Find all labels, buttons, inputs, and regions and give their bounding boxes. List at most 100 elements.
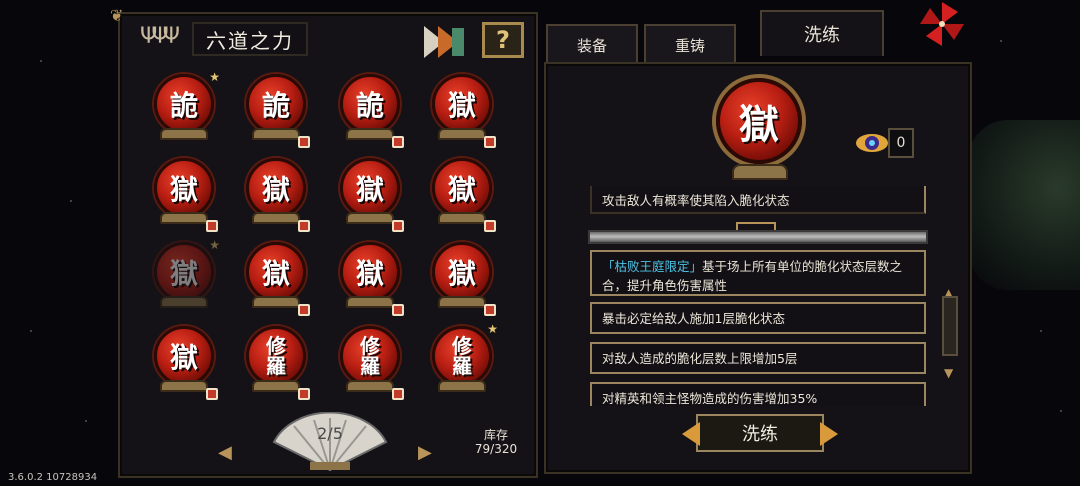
rune-slot[interactable]: 獄: [428, 70, 498, 148]
rune-glyph: 獄: [261, 173, 290, 206]
rune-orb: 詭: [340, 74, 400, 134]
reroll-button[interactable]: 洗练: [682, 414, 838, 452]
stock-value: 79/320: [474, 442, 518, 456]
rune-glyph: 詭: [355, 89, 384, 122]
vertical-scrollbar[interactable]: [942, 296, 958, 356]
rune-glyph: 獄: [355, 173, 384, 206]
rune-pedestal: [346, 128, 394, 140]
lock-icon: [298, 388, 310, 400]
rune-slot[interactable]: 獄: [428, 238, 498, 316]
panel-title: 六道之力: [192, 22, 308, 56]
rune-slot[interactable]: 修 羅: [336, 322, 406, 400]
star-icon: ★: [487, 322, 498, 336]
rune-orb: 獄: [154, 242, 214, 302]
rune-orb: 修 羅: [432, 326, 492, 386]
rune-pedestal: [438, 128, 486, 140]
selected-rune-glyph: 獄: [739, 101, 779, 148]
rune-slot[interactable]: 詭: [336, 70, 406, 148]
corner-ornament: ❦: [110, 6, 124, 25]
rune-slot[interactable]: 獄: [242, 238, 312, 316]
rune-pedestal: [438, 212, 486, 224]
rune-pedestal: [252, 128, 300, 140]
lock-icon: [392, 136, 404, 148]
rune-slot[interactable]: 獄: [336, 154, 406, 232]
next-page-button[interactable]: ▶: [418, 442, 432, 463]
affix-line-5[interactable]: 对精英和领主怪物造成的伤害增加35%: [590, 382, 926, 406]
selected-rune: 獄: [716, 78, 802, 164]
tab-recast-label: 重铸: [674, 36, 705, 55]
affix-line-2[interactable]: 「枯败王庭限定」基于场上所有单位的脆化状态层数之合，提升角色伤害属性: [590, 250, 926, 296]
reroll-panel: 獄 0 攻击敌人有概率使其陷入脆化状态 「枯败王庭限定」基于场上所有单位的脆化状…: [544, 62, 972, 474]
affix-line-4-text: 对敌人造成的脆化层数上限增加5层: [602, 351, 798, 366]
rune-orb: 詭: [154, 74, 214, 134]
lock-icon: [484, 220, 496, 232]
rune-slot[interactable]: 獄 ★: [150, 238, 220, 316]
rune-slot[interactable]: 修 羅 ★: [428, 322, 498, 400]
rune-glyph: 獄: [169, 173, 198, 206]
rune-pedestal: [252, 296, 300, 308]
scroll-down-arrow-icon[interactable]: ▼: [944, 366, 953, 380]
rune-pedestal: [160, 212, 208, 224]
rune-slot[interactable]: 詭: [242, 70, 312, 148]
help-button[interactable]: ?: [482, 22, 524, 58]
help-label: ?: [496, 26, 510, 54]
rune-pedestal: [346, 380, 394, 392]
rune-slot[interactable]: 獄: [150, 322, 220, 400]
sort-icon[interactable]: [422, 24, 466, 60]
rune-inventory-panel: ❦ ΨΨΨ 六道之力 ? 詭 ★ 詭詭獄獄獄獄獄獄 ★ 獄獄獄獄修 羅修 羅修 羅 ★ ◀…: [110, 8, 538, 478]
rune-pedestal: [346, 212, 394, 224]
star-icon: ★: [209, 238, 220, 252]
affix-line-1: 攻击敌人有概率使其陷入脆化状态: [590, 186, 926, 214]
rune-orb: 獄: [432, 74, 492, 134]
lock-icon: [298, 220, 310, 232]
affix-line-4[interactable]: 对敌人造成的脆化层数上限增加5层: [590, 342, 926, 374]
rune-slot[interactable]: 獄: [242, 154, 312, 232]
divider-scroll: [588, 230, 928, 244]
reroll-button-label: 洗练: [742, 424, 778, 445]
rune-slot[interactable]: 獄: [150, 154, 220, 232]
currency-count: 0: [888, 128, 914, 158]
rune-orb: 獄: [432, 158, 492, 218]
prev-arrow-icon: ◀: [218, 442, 232, 463]
rune-orb: 修 羅: [246, 326, 306, 386]
tab-recast[interactable]: 重铸: [644, 24, 736, 64]
rune-glyph: 獄: [261, 257, 290, 290]
rune-orb: 獄: [154, 158, 214, 218]
lock-icon: [298, 304, 310, 316]
lock-icon: [484, 136, 496, 148]
rune-pedestal: [160, 296, 208, 308]
rune-slot[interactable]: 獄: [428, 154, 498, 232]
rune-glyph: 修 羅: [266, 334, 286, 378]
eye-currency-icon: [856, 134, 888, 152]
rune-pedestal: [160, 380, 208, 392]
affix-highlight: 「枯败王庭限定」: [602, 259, 703, 274]
lock-icon: [206, 220, 218, 232]
pinwheel-icon[interactable]: [918, 0, 966, 48]
background-planet: [968, 120, 1080, 290]
tab-reroll[interactable]: 洗练: [760, 10, 884, 56]
stock-label: 库存: [483, 428, 508, 442]
rune-orb: 獄: [432, 242, 492, 302]
rune-slot[interactable]: 獄: [336, 238, 406, 316]
rune-glyph: 詭: [169, 89, 198, 122]
rune-slot[interactable]: 修 羅: [242, 322, 312, 400]
star-icon: ★: [209, 70, 220, 84]
rune-pedestal: [438, 380, 486, 392]
lock-icon: [392, 304, 404, 316]
rune-pedestal: [160, 128, 208, 140]
affix-line-5-text: 对精英和领主怪物造成的伤害增加35%: [602, 391, 818, 406]
rune-orb: 獄: [340, 242, 400, 302]
rune-glyph: 修 羅: [452, 334, 472, 378]
selected-rune-pedestal: [732, 164, 788, 180]
rune-orb: 修 羅: [340, 326, 400, 386]
rune-slot[interactable]: 詭 ★: [150, 70, 220, 148]
affix-line-3[interactable]: 暴击必定给敌人施加1层脆化状态: [590, 302, 926, 334]
next-arrow-icon: ▶: [418, 442, 432, 463]
rune-glyph: 詭: [261, 89, 290, 122]
panel-title-text: 六道之力: [206, 28, 294, 53]
lock-icon: [298, 136, 310, 148]
rune-glyph: 獄: [355, 257, 384, 290]
rune-pedestal: [346, 296, 394, 308]
prev-page-button[interactable]: ◀: [218, 442, 232, 463]
tab-equipment[interactable]: 装备: [546, 24, 638, 64]
